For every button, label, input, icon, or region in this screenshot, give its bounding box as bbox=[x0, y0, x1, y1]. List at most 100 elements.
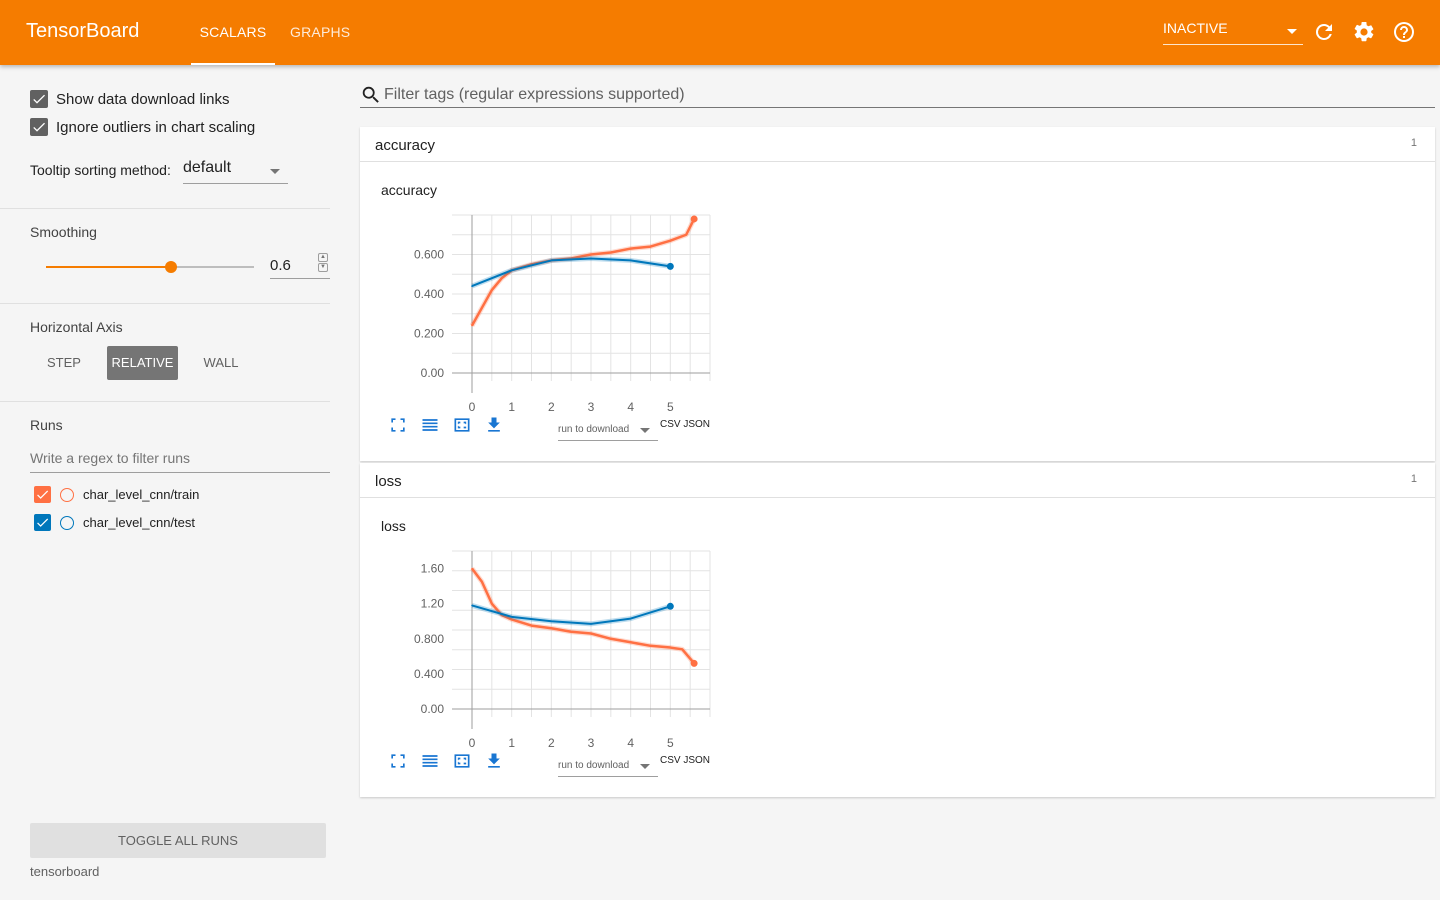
run-item-train[interactable]: char_level_cnn/train bbox=[34, 486, 199, 503]
chevron-down-icon bbox=[270, 169, 280, 174]
fullscreen-icon[interactable] bbox=[388, 751, 408, 771]
ignore-outliers-label: Ignore outliers in chart scaling bbox=[56, 118, 256, 136]
list-icon[interactable] bbox=[420, 751, 440, 771]
chart-card-title: accuracy bbox=[381, 182, 438, 198]
ignore-outliers-checkbox[interactable]: Ignore outliers in chart scaling bbox=[30, 118, 255, 136]
x-tick-label: 2 bbox=[548, 400, 555, 414]
axis-relative-button[interactable]: RELATIVE bbox=[107, 346, 178, 380]
chevron-down-icon bbox=[640, 428, 650, 433]
data-point bbox=[669, 239, 672, 242]
series-last-point bbox=[666, 262, 674, 270]
data-point bbox=[590, 632, 592, 635]
y-tick-label: 0.00 bbox=[421, 366, 445, 380]
download-icon[interactable] bbox=[484, 415, 504, 435]
tab-graphs[interactable]: GRAPHS bbox=[290, 0, 350, 65]
run-to-download-label: run to download bbox=[558, 424, 630, 435]
smoothing-slider[interactable] bbox=[46, 261, 254, 273]
list-icon[interactable] bbox=[420, 415, 440, 435]
data-point bbox=[510, 269, 513, 272]
run-to-download-dropdown[interactable]: run to download bbox=[558, 420, 658, 441]
smoothing-slider-fill bbox=[46, 266, 171, 268]
chevron-down-icon bbox=[640, 764, 650, 769]
smoothing-value-input[interactable]: 0.6 ▲ ▼ bbox=[270, 251, 330, 279]
data-point bbox=[610, 251, 612, 254]
y-tick-label: 1.60 bbox=[421, 562, 445, 576]
y-tick-label: 0.200 bbox=[414, 327, 444, 341]
section-divider bbox=[0, 303, 330, 304]
axis-wall-button[interactable]: WALL bbox=[191, 346, 251, 380]
spin-up-icon[interactable]: ▲ bbox=[318, 253, 328, 262]
y-tick-label: 0.400 bbox=[414, 287, 444, 301]
accuracy-chart[interactable]: 0 1 2 3 4 5 0.00 0.200 0.400 0.600 bbox=[400, 205, 720, 417]
x-tick-label: 3 bbox=[588, 736, 595, 750]
data-point bbox=[491, 602, 493, 605]
data-point bbox=[685, 233, 687, 236]
data-point bbox=[610, 637, 612, 640]
smoothing-slider-knob[interactable] bbox=[164, 261, 177, 273]
chevron-down-icon bbox=[1287, 29, 1297, 34]
data-point bbox=[649, 645, 652, 647]
run-name: char_level_cnn/test bbox=[83, 515, 196, 530]
y-tick-label: 1.20 bbox=[421, 597, 445, 611]
top-app-bar: TensorBoard SCALARS GRAPHS INACTIVE bbox=[0, 0, 1440, 65]
download-links: CSV JSON bbox=[660, 419, 710, 430]
fit-domain-icon[interactable] bbox=[452, 415, 472, 435]
download-icon[interactable] bbox=[484, 751, 504, 771]
checkbox-checked-icon bbox=[30, 90, 48, 108]
run-item-test[interactable]: char_level_cnn/test bbox=[34, 514, 195, 531]
series-last-point bbox=[666, 602, 674, 610]
show-download-links-label: Show data download links bbox=[56, 90, 230, 108]
x-tick-label: 5 bbox=[667, 736, 674, 750]
chart-toolbar bbox=[388, 415, 516, 435]
pane-title: accuracy bbox=[375, 137, 436, 154]
help-icon[interactable] bbox=[1392, 20, 1416, 44]
toggle-all-runs-button[interactable]: TOGGLE ALL RUNS bbox=[30, 823, 326, 858]
axis-step-button[interactable]: STEP bbox=[34, 346, 94, 380]
search-placeholder: Filter tags (regular expressions support… bbox=[384, 86, 685, 103]
pane-header[interactable]: accuracy 1 bbox=[360, 127, 1435, 162]
series-last-point bbox=[690, 659, 698, 667]
csv-link[interactable]: CSV bbox=[660, 755, 681, 766]
data-point bbox=[550, 259, 553, 262]
data-point bbox=[590, 257, 592, 260]
data-point bbox=[471, 567, 473, 570]
smoothing-title: Smoothing bbox=[30, 224, 97, 240]
spin-down-icon[interactable]: ▼ bbox=[318, 263, 328, 272]
x-tick-label: 0 bbox=[469, 736, 476, 750]
tag-filter-input[interactable]: Filter tags (regular expressions support… bbox=[360, 82, 1435, 108]
run-to-download-dropdown[interactable]: run to download bbox=[558, 756, 658, 777]
csv-link[interactable]: CSV bbox=[660, 419, 681, 430]
pane-header[interactable]: loss 1 bbox=[360, 463, 1435, 498]
run-color-circle-icon bbox=[60, 487, 74, 502]
json-link[interactable]: JSON bbox=[683, 755, 710, 766]
data-point bbox=[681, 648, 684, 651]
checkbox-checked-icon bbox=[30, 118, 48, 136]
sidebar: Show data download links Ignore outliers… bbox=[0, 65, 360, 900]
refresh-icon[interactable] bbox=[1312, 20, 1336, 44]
data-point bbox=[590, 623, 592, 625]
loss-chart[interactable]: 0 1 2 3 4 5 0.00 0.400 0.800 1.20 1.60 bbox=[400, 541, 720, 753]
settings-icon[interactable] bbox=[1352, 20, 1376, 44]
x-tick-label: 5 bbox=[667, 400, 674, 414]
data-point bbox=[500, 277, 503, 279]
checkbox-checked-icon[interactable] bbox=[34, 486, 51, 503]
y-tick-label: 0.00 bbox=[421, 702, 445, 716]
fullscreen-icon[interactable] bbox=[388, 415, 408, 435]
search-icon bbox=[362, 86, 379, 103]
pane-title: loss bbox=[375, 473, 402, 490]
horizontal-axis-title: Horizontal Axis bbox=[30, 319, 123, 335]
data-point bbox=[669, 646, 672, 649]
runs-filter-input[interactable]: Write a regex to filter runs bbox=[30, 443, 330, 473]
json-link[interactable]: JSON bbox=[683, 419, 710, 430]
checkbox-checked-icon[interactable] bbox=[34, 514, 51, 531]
tab-scalars[interactable]: SCALARS bbox=[191, 0, 275, 65]
tooltip-sorting-label: Tooltip sorting method: bbox=[30, 162, 171, 178]
show-download-links-checkbox[interactable]: Show data download links bbox=[30, 90, 229, 108]
data-point bbox=[530, 624, 533, 627]
tooltip-sorting-dropdown[interactable]: default bbox=[183, 159, 288, 184]
x-tick-label: 2 bbox=[548, 736, 555, 750]
status-dropdown[interactable]: INACTIVE bbox=[1163, 20, 1303, 45]
y-tick-label: 0.800 bbox=[414, 632, 444, 646]
fit-domain-icon[interactable] bbox=[452, 751, 472, 771]
run-color-circle-icon bbox=[60, 515, 74, 530]
